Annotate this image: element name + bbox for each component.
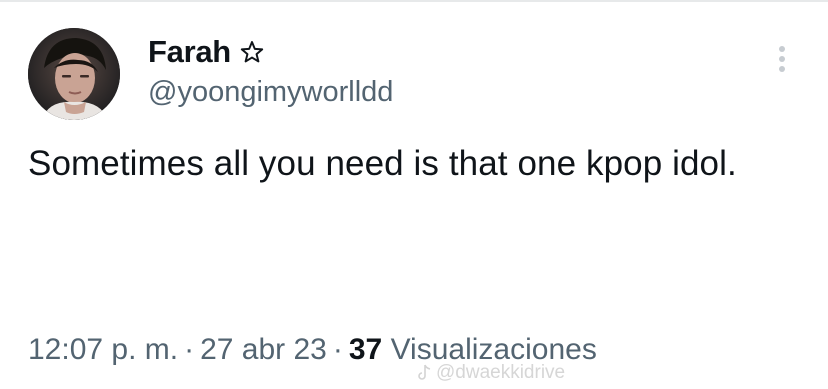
more-options-icon[interactable] — [772, 46, 792, 86]
author-name[interactable]: Farah — [148, 34, 231, 70]
tweet-date[interactable]: 27 abr 23 — [200, 333, 327, 366]
watermark: @dwaekkidrive — [416, 362, 565, 384]
watermark-text: @dwaekkidrive — [436, 362, 566, 383]
star-icon — [239, 39, 265, 65]
tweet-time[interactable]: 12:07 p. m. — [28, 333, 178, 366]
author-name-row: Farah — [148, 34, 265, 70]
avatar[interactable] — [28, 28, 120, 120]
avatar-photo — [28, 28, 120, 120]
meta-separator: · — [184, 333, 195, 366]
tweet-text: Sometimes all you need is that one kpop … — [28, 144, 737, 183]
top-divider — [0, 0, 828, 2]
author-handle[interactable]: @yoongimyworlldd — [148, 76, 393, 109]
tiktok-icon — [416, 364, 432, 382]
meta-separator: · — [332, 333, 343, 366]
views-count[interactable]: 37 — [349, 333, 382, 366]
